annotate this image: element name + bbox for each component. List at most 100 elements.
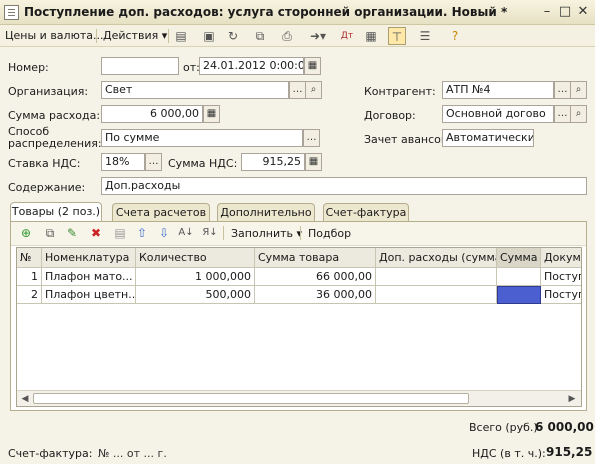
- total-value: 6 000,00: [535, 420, 594, 434]
- invoice-label: Счет-фактура:: [8, 447, 93, 460]
- tab-goods[interactable]: Товары (2 поз.): [10, 202, 102, 223]
- toolbar-separator: [96, 29, 97, 43]
- goods-tab-panel: ⊕ ⧉ ✎ ✖ ▤ ⇧ ⇩ A↓ Я↓ Заполнить ▾ Подбор №…: [10, 221, 587, 411]
- number-field[interactable]: [101, 57, 179, 75]
- report-icon[interactable]: ▦: [362, 27, 380, 45]
- move-up-icon[interactable]: ⇧: [133, 224, 151, 242]
- distribution-method-label: Способ распределения:: [8, 125, 102, 150]
- column-header[interactable]: Сумма товара: [255, 248, 376, 268]
- counterparty-open-icon[interactable]: ⌕: [570, 81, 587, 99]
- prices-currency-button[interactable]: Цены и валюта...: [2, 27, 106, 45]
- content-field[interactable]: Доп.расходы: [101, 177, 587, 195]
- cell[interactable]: 1 000,000: [136, 268, 255, 286]
- tab-additional[interactable]: Дополнительно: [217, 203, 315, 222]
- selection-button[interactable]: Подбор: [305, 225, 354, 243]
- sort-ascending-icon[interactable]: A↓: [177, 224, 195, 242]
- tab-settlement-accounts[interactable]: Счета расчетов: [112, 203, 210, 222]
- add-row-icon[interactable]: ⊕: [17, 224, 35, 242]
- cell[interactable]: Плафон цветн...: [42, 286, 136, 304]
- go-to-icon[interactable]: ➜▾: [306, 27, 330, 45]
- counterparty-select-button[interactable]: …: [554, 81, 571, 99]
- cell[interactable]: Плафон мато...: [42, 268, 136, 286]
- cell[interactable]: 36 000,00: [255, 286, 376, 304]
- column-header[interactable]: Докуме: [541, 248, 581, 268]
- content-label: Содержание:: [8, 181, 86, 194]
- save-icon[interactable]: ▣: [200, 27, 218, 45]
- counterparty-label: Контрагент:: [364, 85, 436, 98]
- counterparty-field[interactable]: АТП №4: [442, 81, 554, 99]
- vat-sum-field[interactable]: 915,25: [241, 153, 305, 171]
- scroll-left-icon[interactable]: ◀: [19, 393, 31, 405]
- cell[interactable]: [376, 268, 497, 286]
- document-window: Поступление доп. расходов: услуга сторон…: [0, 0, 595, 464]
- edit-row-icon[interactable]: ✎: [63, 224, 81, 242]
- refresh-icon[interactable]: ↻: [224, 27, 242, 45]
- delete-row-icon[interactable]: ✖: [87, 224, 105, 242]
- actions-menu-button[interactable]: Действия ▾: [100, 27, 170, 45]
- vat-rate-select-button[interactable]: …: [145, 153, 162, 171]
- organization-field[interactable]: Свет: [101, 81, 289, 99]
- cell[interactable]: Поступ: [541, 268, 581, 286]
- calculator-icon[interactable]: ▦: [305, 153, 322, 171]
- cell[interactable]: Поступ: [541, 286, 581, 304]
- calculator-icon[interactable]: ▦: [203, 105, 220, 123]
- vat-rate-label: Ставка НДС:: [8, 157, 81, 170]
- calendar-icon[interactable]: ▦: [304, 57, 321, 75]
- date-field[interactable]: 24.01.2012 0:00:00: [199, 57, 304, 75]
- scroll-right-icon[interactable]: ▶: [566, 393, 578, 405]
- contract-select-button[interactable]: …: [554, 105, 571, 123]
- invoice-link[interactable]: № ... от ... г.: [98, 447, 167, 460]
- close-button[interactable]: ✕: [576, 5, 590, 19]
- amount-field[interactable]: 6 000,00: [101, 105, 203, 123]
- maximize-button[interactable]: □: [558, 5, 572, 19]
- debit-credit-icon[interactable]: Дт: [338, 27, 356, 45]
- date-label: от:: [183, 61, 200, 74]
- goods-table: № Номенклатура Количество Сумма товара Д…: [16, 247, 582, 407]
- cell[interactable]: 1: [17, 268, 42, 286]
- organization-open-icon[interactable]: ⌕: [305, 81, 322, 99]
- organization-label: Организация:: [8, 85, 89, 98]
- vat-total-value: 915,25: [546, 445, 593, 459]
- list-icon[interactable]: ☰: [416, 27, 434, 45]
- sort-descending-icon[interactable]: Я↓: [201, 224, 219, 242]
- minimize-button[interactable]: –: [540, 5, 554, 19]
- column-header[interactable]: Доп. расходы (сумма): [376, 248, 497, 268]
- distribution-method-select-button[interactable]: …: [303, 129, 320, 147]
- column-header[interactable]: Количество: [136, 248, 255, 268]
- organization-select-button[interactable]: …: [289, 81, 306, 99]
- column-header[interactable]: Номенклатура: [42, 248, 136, 268]
- column-header[interactable]: №: [17, 248, 42, 268]
- main-toolbar: Цены и валюта... Действия ▾ ▤ ▣ ↻ ⧉ ⎙ ➜▾…: [0, 25, 595, 47]
- cell[interactable]: [376, 286, 497, 304]
- horizontal-scrollbar[interactable]: ◀ ▶: [17, 390, 581, 406]
- tab-invoice[interactable]: Счет-фактура: [323, 203, 409, 222]
- copy-icon[interactable]: ⧉: [251, 27, 269, 45]
- move-down-icon[interactable]: ⇩: [155, 224, 173, 242]
- fill-menu-button[interactable]: Заполнить ▾: [228, 225, 305, 243]
- copy-row-icon[interactable]: ⧉: [41, 224, 59, 242]
- cell[interactable]: 2: [17, 286, 42, 304]
- end-edit-icon[interactable]: ▤: [111, 224, 129, 242]
- contract-label: Договор:: [364, 109, 416, 122]
- advance-offset-label: Зачет авансов:: [364, 133, 452, 146]
- structure-icon[interactable]: ⊤: [388, 27, 406, 45]
- contract-field[interactable]: Основной догово: [442, 105, 554, 123]
- title-bar: Поступление доп. расходов: услуга сторон…: [0, 0, 595, 25]
- total-label: Всего (руб.):: [469, 421, 542, 434]
- cell[interactable]: 66 000,00: [255, 268, 376, 286]
- vat-sum-label: Сумма НДС:: [168, 157, 238, 170]
- post-icon[interactable]: ▤: [172, 27, 190, 45]
- contract-open-icon[interactable]: ⌕: [570, 105, 587, 123]
- column-header[interactable]: Сумма: [497, 248, 541, 268]
- vat-total-label: НДС (в т. ч.):: [472, 447, 546, 460]
- cell[interactable]: [497, 268, 541, 286]
- cell[interactable]: 500,000: [136, 286, 255, 304]
- print-icon[interactable]: ⎙: [278, 27, 296, 45]
- selected-cell[interactable]: [497, 286, 541, 304]
- distribution-method-field[interactable]: По сумме: [101, 129, 303, 147]
- help-icon[interactable]: ?: [446, 27, 464, 45]
- scrollbar-thumb[interactable]: [33, 393, 469, 404]
- advance-offset-field[interactable]: Автоматически: [442, 129, 534, 147]
- amount-label: Сумма расхода:: [8, 109, 101, 122]
- vat-rate-field[interactable]: 18%: [101, 153, 145, 171]
